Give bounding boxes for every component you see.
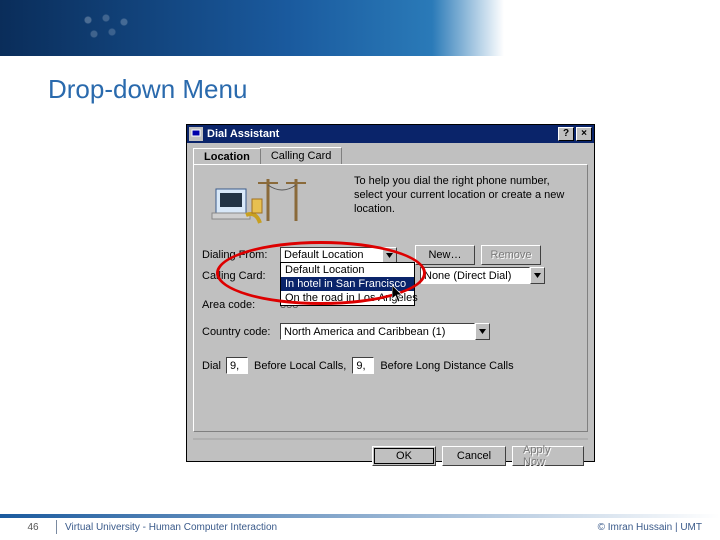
apply-button: Apply Now bbox=[512, 446, 584, 466]
footer-copyright: © Imran Hussain | UMT bbox=[598, 522, 702, 533]
close-button[interactable]: × bbox=[576, 127, 592, 141]
calling-card-value: None (Direct Dial) bbox=[424, 270, 511, 282]
tab-strip: Location Calling Card bbox=[193, 147, 588, 164]
calling-card-label: Calling Card: bbox=[202, 270, 280, 282]
titlebar[interactable]: Dial Assistant ? × bbox=[187, 125, 594, 143]
footer-course: Virtual University - Human Computer Inte… bbox=[65, 522, 598, 533]
dialing-from-dropdown[interactable]: Default Location bbox=[280, 247, 397, 264]
phone-illustration bbox=[208, 171, 318, 233]
window-title: Dial Assistant bbox=[207, 128, 556, 140]
dialing-from-value: Default Location bbox=[284, 249, 364, 261]
list-item[interactable]: Default Location bbox=[281, 263, 414, 277]
tab-calling-card[interactable]: Calling Card bbox=[260, 147, 343, 164]
long-prefix-input[interactable]: 9, bbox=[352, 357, 374, 374]
footer-separator bbox=[56, 520, 57, 534]
chevron-down-icon[interactable] bbox=[530, 267, 545, 284]
new-button[interactable]: New… bbox=[415, 245, 475, 265]
cancel-button[interactable]: Cancel bbox=[442, 446, 506, 466]
country-code-dropdown[interactable]: North America and Caribbean (1) bbox=[280, 323, 490, 340]
dial-assistant-window: Dial Assistant ? × Location Calling Card… bbox=[186, 124, 595, 462]
dial-label: Dial bbox=[202, 360, 226, 372]
calling-card-dropdown[interactable]: None (Direct Dial) bbox=[420, 267, 545, 284]
before-local-label: Before Local Calls, bbox=[254, 360, 346, 372]
help-text: To help you dial the right phone number,… bbox=[354, 175, 577, 216]
dialing-from-label: Dialing From: bbox=[202, 249, 280, 261]
help-button[interactable]: ? bbox=[558, 127, 574, 141]
country-code-value: North America and Caribbean (1) bbox=[284, 326, 445, 338]
chevron-down-icon[interactable] bbox=[382, 247, 397, 264]
page-number: 46 bbox=[18, 522, 48, 533]
ok-button[interactable]: OK bbox=[372, 446, 436, 466]
country-code-label: Country code: bbox=[202, 326, 280, 338]
slide-banner bbox=[0, 0, 720, 56]
tab-body: To help you dial the right phone number,… bbox=[193, 164, 588, 432]
area-code-label: Area code: bbox=[202, 299, 280, 311]
before-long-label: Before Long Distance Calls bbox=[380, 360, 513, 372]
slide-title: Drop-down Menu bbox=[48, 74, 720, 105]
chevron-down-icon[interactable] bbox=[475, 323, 490, 340]
local-prefix-input[interactable]: 9, bbox=[226, 357, 248, 374]
system-menu-icon[interactable] bbox=[189, 127, 203, 141]
remove-button: Remove bbox=[481, 245, 541, 265]
decorative-dots bbox=[80, 12, 170, 42]
tab-location[interactable]: Location bbox=[193, 148, 261, 165]
slide-footer: 46 Virtual University - Human Computer I… bbox=[0, 514, 720, 540]
separator bbox=[193, 438, 588, 440]
list-item[interactable]: On the road in Los Angeles bbox=[281, 291, 414, 305]
list-item[interactable]: In hotel in San Francisco bbox=[281, 277, 414, 291]
dialing-from-list[interactable]: Default Location In hotel in San Francis… bbox=[280, 262, 415, 306]
